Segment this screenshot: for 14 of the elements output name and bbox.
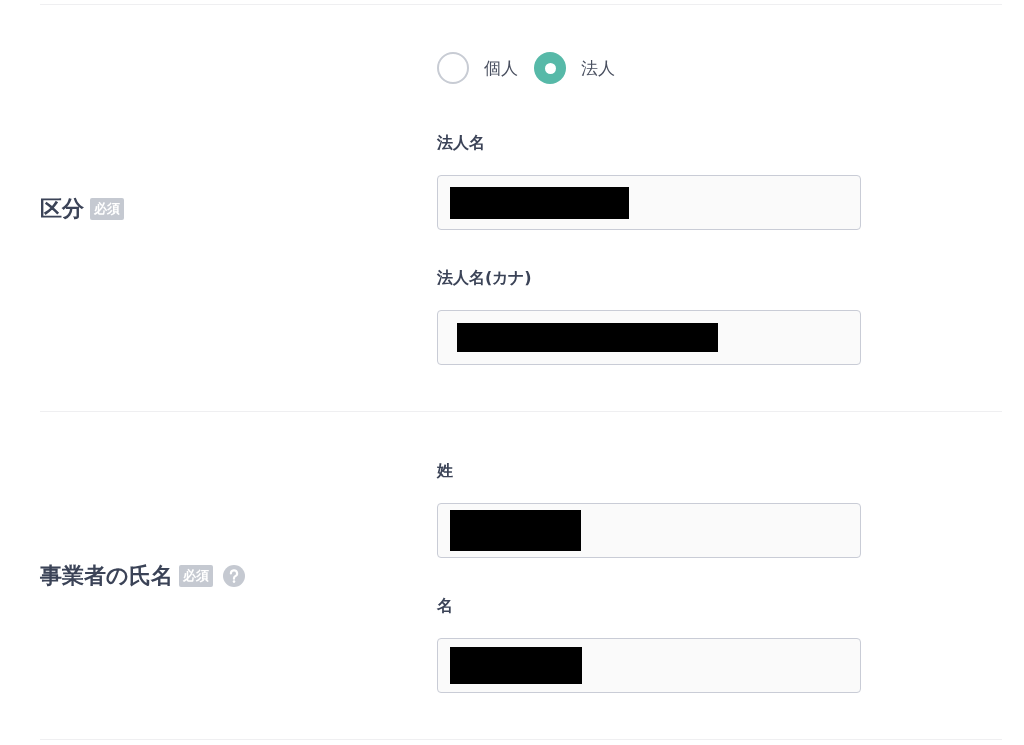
input-field[interactable]	[437, 175, 861, 230]
section-title: 区分	[40, 194, 84, 223]
radio-option[interactable]: 法人	[534, 52, 615, 84]
required-badge: 必須	[179, 565, 213, 587]
field-label: 名	[437, 595, 454, 617]
input-field[interactable]	[437, 503, 861, 558]
field-label: 法人名	[437, 132, 486, 154]
input-field[interactable]	[437, 310, 861, 365]
required-badge: 必須	[90, 197, 124, 220]
field-label: 法人名(カナ)	[437, 267, 533, 289]
field-label: 姓	[437, 460, 454, 482]
input-field[interactable]	[437, 638, 861, 693]
radio-option[interactable]: 個人	[437, 52, 518, 84]
section-title: 事業者の氏名	[40, 562, 173, 590]
